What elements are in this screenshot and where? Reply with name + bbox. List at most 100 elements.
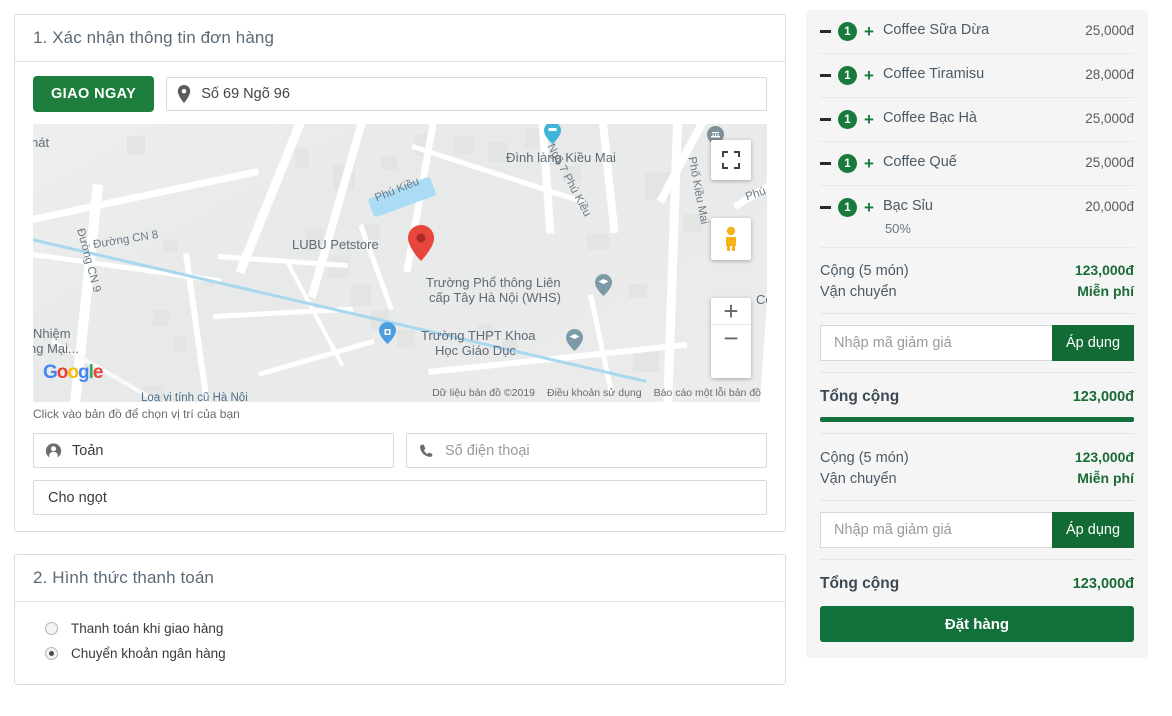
shipping-label: Vận chuyển [820, 471, 897, 487]
payment-option-label: Chuyển khoản ngân hàng [71, 646, 226, 661]
divider [820, 559, 1134, 560]
logo-letter: o [57, 362, 68, 383]
note-input[interactable]: Cho ngọt [33, 480, 767, 515]
map-fullscreen-button[interactable] [711, 140, 751, 180]
cart-item-price: 25,000đ [1085, 21, 1134, 38]
progress-bar [820, 417, 1134, 422]
map-terms-link[interactable]: Điều khoản sử dụng [547, 387, 642, 399]
cart-item-main: Coffee Quế [874, 153, 1085, 172]
place-order-button[interactable]: Đặt hàng [820, 606, 1134, 642]
phone-icon [418, 443, 434, 459]
apply-promo-button[interactable]: Áp dụng [1052, 325, 1134, 361]
deliver-now-button[interactable]: GIAO NGAY [33, 76, 154, 112]
cart-item-name: Coffee Sữa Dừa [883, 21, 1085, 40]
map-poi-school-icon [595, 274, 612, 296]
cart-item-price: 20,000đ [1085, 197, 1134, 214]
decrease-quantity-icon[interactable] [820, 118, 831, 121]
location-map[interactable]: hát Đình làng Kiều Mai LUBU Petstore Phú… [33, 124, 767, 402]
divider [820, 372, 1134, 373]
quantity-badge: 1 [838, 154, 857, 173]
decrease-quantity-icon[interactable] [820, 30, 831, 33]
cart-item-name: Coffee Bạc Hà [883, 109, 1085, 128]
quantity-stepper[interactable]: 1 + [820, 109, 874, 129]
map-zoom-controls[interactable]: + − [711, 298, 751, 378]
map-data-credit: Dữ liệu bản đồ ©2019 [432, 387, 535, 399]
shipping-row: Vận chuyển Miễn phí [820, 468, 1134, 489]
map-zoom-in-button[interactable]: + [711, 298, 751, 325]
logo-letter: g [78, 362, 89, 383]
map-building [163, 240, 177, 253]
map-building [295, 148, 309, 168]
map-report-link[interactable]: Báo cáo một lỗi bản đồ [654, 387, 761, 399]
map-building [397, 330, 415, 348]
cart-item-main: Coffee Bạc Hà [874, 109, 1085, 128]
decrease-quantity-icon[interactable] [820, 74, 831, 77]
total-row: Tổng cộng 123,000đ [820, 571, 1134, 595]
increase-quantity-icon[interactable]: + [864, 69, 874, 83]
order-info-title: 1. Xác nhận thông tin đơn hàng [15, 15, 785, 62]
total-value: 123,000đ [1073, 389, 1134, 405]
map-hint-text: Click vào bản đồ để chọn vị trí của bạn [33, 407, 767, 421]
payment-option-cod[interactable]: Thanh toán khi giao hàng [45, 616, 767, 641]
radio-bank-transfer-icon[interactable] [45, 647, 58, 660]
cart-item-option: 50% [883, 221, 1085, 236]
promo-row: Nhập mã giảm giá Áp dụng [820, 325, 1134, 361]
map-poi-temple-icon [544, 124, 561, 144]
payment-option-bank-transfer[interactable]: Chuyển khoản ngân hàng [45, 641, 767, 666]
google-logo: Google [43, 362, 102, 384]
cart-item: 1 + Coffee Quế 25,000đ [820, 142, 1134, 186]
decrease-quantity-icon[interactable] [820, 162, 831, 165]
map-building [587, 234, 609, 250]
map-poi-petstore-icon [379, 322, 396, 344]
map-building [633, 350, 659, 372]
map-zoom-out-button[interactable]: − [711, 325, 751, 351]
increase-quantity-icon[interactable]: + [864, 113, 874, 127]
map-label: hát [33, 136, 49, 151]
cart-item: 1 + Coffee Bạc Hà 25,000đ [820, 98, 1134, 142]
address-value: Số 69 Ngõ 96 [201, 86, 290, 102]
order-info-card: 1. Xác nhận thông tin đơn hàng GIAO NGAY… [14, 14, 786, 532]
map-building [381, 156, 397, 170]
cart-item-name: Coffee Tiramisu [883, 65, 1085, 84]
map-pegman-button[interactable] [711, 218, 751, 260]
apply-promo-button[interactable]: Áp dụng [1052, 512, 1134, 548]
cart-item-main: Bạc Sỉu 50% [874, 197, 1085, 236]
selected-location-marker [408, 225, 434, 261]
name-value: Toản [72, 443, 103, 459]
cart-item: 1 + Coffee Tiramisu 28,000đ [820, 54, 1134, 98]
increase-quantity-icon[interactable]: + [864, 201, 874, 215]
decrease-quantity-icon[interactable] [820, 206, 831, 209]
cart-item-price: 25,000đ [1085, 153, 1134, 170]
map-label: Nhiệm [33, 327, 71, 342]
quantity-stepper[interactable]: 1 + [820, 65, 874, 85]
promo-code-input[interactable]: Nhập mã giảm giá [820, 512, 1052, 548]
quantity-badge: 1 [838, 110, 857, 129]
map-building [488, 142, 508, 162]
payment-option-label: Thanh toán khi giao hàng [71, 621, 223, 636]
subtotal-value: 123,000đ [1075, 262, 1134, 278]
person-icon [45, 442, 62, 459]
phone-input[interactable]: Số điện thoại [406, 433, 767, 468]
logo-letter: G [43, 362, 57, 383]
address-input[interactable]: Số 69 Ngõ 96 [166, 77, 767, 111]
phone-placeholder: Số điện thoại [445, 443, 530, 459]
increase-quantity-icon[interactable]: + [864, 25, 874, 39]
quantity-stepper[interactable]: 1 + [820, 153, 874, 173]
quantity-stepper[interactable]: 1 + [820, 197, 874, 217]
subtotal-value: 123,000đ [1075, 449, 1134, 465]
summary-block-top: Cộng (5 món) 123,000đ Vận chuyển Miễn ph… [820, 248, 1134, 434]
cart-item-main: Coffee Sữa Dừa [874, 21, 1085, 40]
name-input[interactable]: Toản [33, 433, 394, 468]
promo-code-input[interactable]: Nhập mã giảm giá [820, 325, 1052, 361]
contact-fields-row: Toản Số điện thoại [33, 433, 767, 468]
map-label: ng Mại... [33, 342, 79, 357]
shipping-value: Miễn phí [1077, 470, 1134, 486]
radio-cod-icon[interactable] [45, 622, 58, 635]
promo-row: Nhập mã giảm giá Áp dụng [820, 512, 1134, 548]
subtotal-label: Cộng (5 món) [820, 450, 909, 466]
cart-item: 1 + Coffee Sữa Dừa 25,000đ [820, 10, 1134, 54]
quantity-stepper[interactable]: 1 + [820, 21, 874, 41]
map-label: Học Giáo Dục [435, 344, 516, 359]
location-pin-icon [177, 85, 191, 103]
increase-quantity-icon[interactable]: + [864, 157, 874, 171]
